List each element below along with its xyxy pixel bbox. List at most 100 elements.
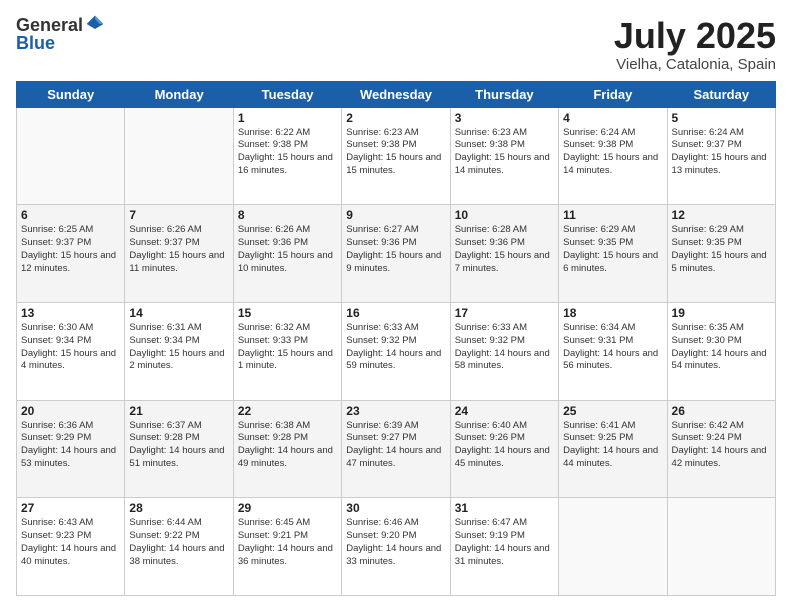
table-row: 31 Sunrise: 6:47 AM Sunset: 9:19 PM Dayli… [450,498,558,596]
cell-info: Sunrise: 6:29 AM Sunset: 9:35 PM Dayligh… [672,224,771,275]
day-number: 13 [21,306,120,320]
logo-blue-text: Blue [16,33,55,53]
day-number: 9 [346,208,445,222]
table-row: 6Sunrise: 6:25 AM Sunset: 9:37 PM Daylig… [17,205,125,303]
page: General Blue July 2025 Vielha, Catalonia… [0,0,792,612]
cell-info: Sunrise: 6:33 AM Sunset: 9:32 PM Dayligh… [455,322,554,373]
col-saturday: Saturday [667,81,775,107]
logo: General Blue [16,16,105,54]
cell-info: Sunrise: 6:47 AM Sunset: 9:19 PM Dayligh… [455,517,554,568]
col-thursday: Thursday [450,81,558,107]
day-number: 15 [238,306,337,320]
cell-info: Sunrise: 6:29 AM Sunset: 9:35 PM Dayligh… [563,224,662,275]
day-number: 23 [346,404,445,418]
cell-info: Sunrise: 6:45 AM Sunset: 9:21 PM Dayligh… [238,517,337,568]
day-number: 22 [238,404,337,418]
table-row: 10 Sunrise: 6:28 AM Sunset: 9:36 PM Dayli… [450,205,558,303]
day-number: 18 [563,306,662,320]
calendar-week-row: 20 Sunrise: 6:36 AM Sunset: 9:29 PM Dayli… [17,400,776,498]
day-number: 27 [21,501,120,515]
col-monday: Monday [125,81,233,107]
table-row: 25 Sunrise: 6:41 AM Sunset: 9:25 PM Dayli… [559,400,667,498]
day-number: 24 [455,404,554,418]
day-number: 29 [238,501,337,515]
day-number: 11 [563,208,662,222]
table-row: 5Sunrise: 6:24 AM Sunset: 9:37 PM Daylig… [667,107,775,205]
cell-info: Sunrise: 6:27 AM Sunset: 9:36 PM Dayligh… [346,224,445,275]
table-row: 13 Sunrise: 6:30 AM Sunset: 9:34 PM Dayli… [17,302,125,400]
table-row: 20 Sunrise: 6:36 AM Sunset: 9:29 PM Dayli… [17,400,125,498]
logo-general-text: General [16,16,83,34]
table-row: 2Sunrise: 6:23 AM Sunset: 9:38 PM Daylig… [342,107,450,205]
day-number: 3 [455,111,554,125]
cell-info: Sunrise: 6:37 AM Sunset: 9:28 PM Dayligh… [129,420,228,471]
table-row: 15Sunrise: 6:32 AM Sunset: 9:33 PM Dayli… [233,302,341,400]
cell-info: Sunrise: 6:28 AM Sunset: 9:36 PM Dayligh… [455,224,554,275]
title-section: July 2025 Vielha, Catalonia, Spain [614,16,776,73]
cell-info: Sunrise: 6:35 AM Sunset: 9:30 PM Dayligh… [672,322,771,373]
day-number: 10 [455,208,554,222]
col-tuesday: Tuesday [233,81,341,107]
cell-info: Sunrise: 6:40 AM Sunset: 9:26 PM Dayligh… [455,420,554,471]
calendar-week-row: 6Sunrise: 6:25 AM Sunset: 9:37 PM Daylig… [17,205,776,303]
day-number: 6 [21,208,120,222]
cell-info: Sunrise: 6:33 AM Sunset: 9:32 PM Dayligh… [346,322,445,373]
cell-info: Sunrise: 6:23 AM Sunset: 9:38 PM Dayligh… [346,127,445,178]
logo-icon [85,14,105,34]
col-friday: Friday [559,81,667,107]
day-number: 14 [129,306,228,320]
table-row: 9 Sunrise: 6:27 AM Sunset: 9:36 PM Daylig… [342,205,450,303]
calendar-table: Sunday Monday Tuesday Wednesday Thursday… [16,81,776,596]
day-number: 20 [21,404,120,418]
col-sunday: Sunday [17,81,125,107]
day-number: 30 [346,501,445,515]
calendar-header-row: Sunday Monday Tuesday Wednesday Thursday… [17,81,776,107]
table-row: 27Sunrise: 6:43 AM Sunset: 9:23 PM Dayli… [17,498,125,596]
day-number: 4 [563,111,662,125]
table-row: 16 Sunrise: 6:33 AM Sunset: 9:32 PM Dayli… [342,302,450,400]
day-number: 8 [238,208,337,222]
table-row: 28 Sunrise: 6:44 AM Sunset: 9:22 PM Dayli… [125,498,233,596]
calendar-week-row: 13 Sunrise: 6:30 AM Sunset: 9:34 PM Dayli… [17,302,776,400]
table-row: 4 Sunrise: 6:24 AM Sunset: 9:38 PM Daylig… [559,107,667,205]
cell-info: Sunrise: 6:44 AM Sunset: 9:22 PM Dayligh… [129,517,228,568]
cell-info: Sunrise: 6:22 AM Sunset: 9:38 PM Dayligh… [238,127,337,178]
table-row [125,107,233,205]
col-wednesday: Wednesday [342,81,450,107]
table-row: 23 Sunrise: 6:39 AM Sunset: 9:27 PM Dayli… [342,400,450,498]
day-number: 12 [672,208,771,222]
cell-info: Sunrise: 6:23 AM Sunset: 9:38 PM Dayligh… [455,127,554,178]
day-number: 26 [672,404,771,418]
day-number: 17 [455,306,554,320]
cell-info: Sunrise: 6:42 AM Sunset: 9:24 PM Dayligh… [672,420,771,471]
table-row [667,498,775,596]
cell-info: Sunrise: 6:30 AM Sunset: 9:34 PM Dayligh… [21,322,120,373]
table-row: 14 Sunrise: 6:31 AM Sunset: 9:34 PM Dayli… [125,302,233,400]
cell-info: Sunrise: 6:39 AM Sunset: 9:27 PM Dayligh… [346,420,445,471]
cell-info: Sunrise: 6:41 AM Sunset: 9:25 PM Dayligh… [563,420,662,471]
day-number: 25 [563,404,662,418]
table-row: 1Sunrise: 6:22 AM Sunset: 9:38 PM Daylig… [233,107,341,205]
calendar-week-row: 27Sunrise: 6:43 AM Sunset: 9:23 PM Dayli… [17,498,776,596]
month-title: July 2025 [614,16,776,56]
location: Vielha, Catalonia, Spain [614,56,776,73]
cell-info: Sunrise: 6:24 AM Sunset: 9:37 PM Dayligh… [672,127,771,178]
table-row [17,107,125,205]
table-row: 7Sunrise: 6:26 AM Sunset: 9:37 PM Daylig… [125,205,233,303]
table-row: 21Sunrise: 6:37 AM Sunset: 9:28 PM Dayli… [125,400,233,498]
day-number: 31 [455,501,554,515]
table-row: 18Sunrise: 6:34 AM Sunset: 9:31 PM Dayli… [559,302,667,400]
table-row: 3 Sunrise: 6:23 AM Sunset: 9:38 PM Daylig… [450,107,558,205]
table-row [559,498,667,596]
cell-info: Sunrise: 6:36 AM Sunset: 9:29 PM Dayligh… [21,420,120,471]
table-row: 29 Sunrise: 6:45 AM Sunset: 9:21 PM Dayli… [233,498,341,596]
table-row: 30Sunrise: 6:46 AM Sunset: 9:20 PM Dayli… [342,498,450,596]
table-row: 22Sunrise: 6:38 AM Sunset: 9:28 PM Dayli… [233,400,341,498]
cell-info: Sunrise: 6:31 AM Sunset: 9:34 PM Dayligh… [129,322,228,373]
table-row: 24 Sunrise: 6:40 AM Sunset: 9:26 PM Dayli… [450,400,558,498]
day-number: 7 [129,208,228,222]
day-number: 28 [129,501,228,515]
day-number: 16 [346,306,445,320]
cell-info: Sunrise: 6:24 AM Sunset: 9:38 PM Dayligh… [563,127,662,178]
table-row: 8Sunrise: 6:26 AM Sunset: 9:36 PM Daylig… [233,205,341,303]
